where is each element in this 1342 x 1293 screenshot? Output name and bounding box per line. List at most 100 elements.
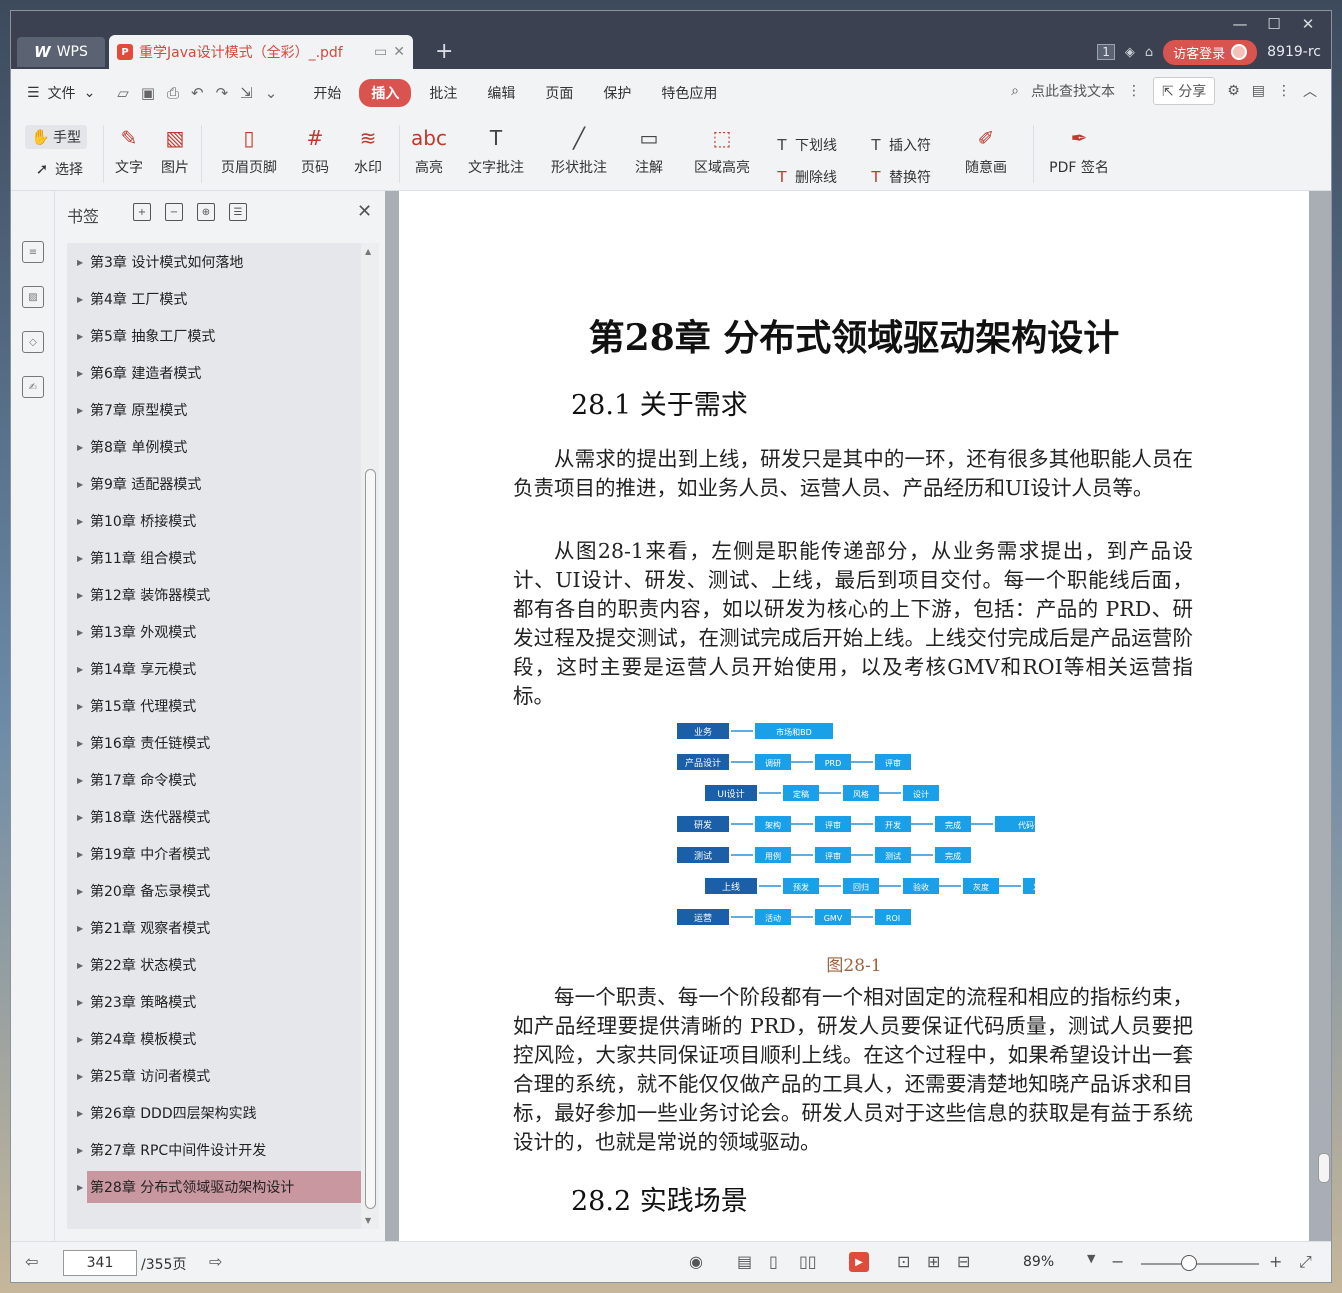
two-page-icon[interactable]: ▯▯ <box>799 1252 817 1271</box>
current-page-input[interactable]: 341 <box>63 1250 137 1276</box>
pdf-sign-button[interactable]: ✒ PDF 签名 <box>1041 117 1117 177</box>
bookmark-item[interactable]: ▶ 第15章 代理模式 <box>77 690 361 722</box>
note-button[interactable]: ▭ 注解 <box>627 117 671 177</box>
single-page-icon[interactable]: ▯ <box>769 1252 778 1271</box>
save-icon[interactable]: ▣ <box>141 84 155 102</box>
vertical-dots-icon[interactable]: ⋮ <box>1127 83 1141 99</box>
bookmark-item[interactable]: ▶ 第23章 策略模式 <box>77 986 361 1018</box>
expand-arrow-icon[interactable]: ▶ <box>77 332 83 341</box>
area-highlight-button[interactable]: ⬚ 区域高亮 <box>685 117 759 177</box>
bookmark-item[interactable]: ▶ 第22章 状态模式 <box>77 949 361 981</box>
menu-insert[interactable]: 插入 <box>359 79 412 107</box>
bookmark-item[interactable]: ▶ 第4章 工厂模式 <box>77 283 361 315</box>
comment-icon[interactable]: ▤ <box>1252 83 1265 99</box>
expand-arrow-icon[interactable]: ▶ <box>77 1109 83 1118</box>
collapse-icon[interactable]: ︿ <box>1303 81 1317 101</box>
find-text-button[interactable]: 点此查找文本 <box>1031 81 1115 101</box>
window-count-badge[interactable]: 1 <box>1097 44 1115 60</box>
bookmark-item[interactable]: ▶ 第9章 适配器模式 <box>77 468 361 500</box>
play-icon[interactable]: ▶ <box>849 1252 869 1272</box>
bookmark-item[interactable]: ▶ 第19章 中介者模式 <box>77 838 361 870</box>
new-tab-icon[interactable]: + <box>435 39 453 64</box>
bookmark-item[interactable]: ▶ 第12章 装饰器模式 <box>77 579 361 611</box>
expand-all-icon[interactable]: + <box>133 203 151 221</box>
collapse-all-icon[interactable]: − <box>165 203 183 221</box>
add-bookmark-icon[interactable]: ⊕ <box>197 203 215 221</box>
zoom-slider-thumb[interactable] <box>1181 1255 1197 1271</box>
expand-arrow-icon[interactable]: ▶ <box>77 665 83 674</box>
bookmark-item[interactable]: ▶ 第20章 备忘录模式 <box>77 875 361 907</box>
share-button[interactable]: ⇱ 分享 <box>1153 77 1216 105</box>
zoom-slider-track[interactable] <box>1141 1263 1259 1265</box>
page-number-button[interactable]: # 页码 <box>297 117 333 177</box>
bookmark-item[interactable]: ▶ 第6章 建造者模式 <box>77 357 361 389</box>
bookmark-item[interactable]: ▶ 第3章 设计模式如何落地 <box>77 246 361 278</box>
hand-tool-button[interactable]: ✋ 手型 <box>25 125 87 149</box>
zoom-dropdown-icon[interactable]: ▼ <box>1087 1252 1095 1265</box>
expand-arrow-icon[interactable]: ▶ <box>77 517 83 526</box>
minimize-icon[interactable]: — <box>1223 13 1257 35</box>
shirt-icon[interactable]: ⌂ <box>1145 45 1153 60</box>
screen-icon[interactable]: ▭ <box>374 44 387 60</box>
text-annotation-button[interactable]: T 文字批注 <box>463 117 529 177</box>
select-tool-button[interactable]: ➚ 选择 <box>33 159 83 179</box>
thumbnail-icon[interactable]: ▨ <box>22 286 44 308</box>
expand-arrow-icon[interactable]: ▶ <box>77 1072 83 1081</box>
actual-size-icon[interactable]: ⊡ <box>897 1252 910 1271</box>
menu-start[interactable]: 开始 <box>301 79 353 107</box>
eye-protect-icon[interactable]: ◉ <box>689 1252 703 1271</box>
document-viewport[interactable]: 第28章 分布式领域驱动架构设计 28.1 关于需求 从需求的提出到上线，研发只… <box>385 191 1331 1241</box>
close-window-icon[interactable]: ✕ <box>1291 13 1325 35</box>
menu-annotate[interactable]: 批注 <box>417 79 469 107</box>
header-footer-button[interactable]: ▯ 页眉页脚 <box>209 117 289 177</box>
bookmark-item[interactable]: ▶ 第27章 RPC中间件设计开发 <box>77 1134 361 1166</box>
document-scroll-thumb[interactable] <box>1318 1153 1330 1183</box>
expand-arrow-icon[interactable]: ▶ <box>77 406 83 415</box>
bookmark-item[interactable]: ▶ 第26章 DDD四层架构实践 <box>77 1097 361 1129</box>
expand-arrow-icon[interactable]: ▶ <box>77 443 83 452</box>
fit-page-icon[interactable]: ⊞ <box>927 1252 940 1271</box>
expand-arrow-icon[interactable]: ▶ <box>77 924 83 933</box>
insert-mark-button[interactable]: T 插入符 <box>867 135 931 155</box>
bookmark-item[interactable]: ▶ 第7章 原型模式 <box>77 394 361 426</box>
expand-arrow-icon[interactable]: ▶ <box>77 739 83 748</box>
expand-arrow-icon[interactable]: ▶ <box>77 776 83 785</box>
bookmark-item[interactable]: ▶ 第16章 责任链模式 <box>77 727 361 759</box>
settings-gear-icon[interactable]: ⚙ <box>1227 83 1240 99</box>
bookmark-item[interactable]: ▶ 第13章 外观模式 <box>77 616 361 648</box>
bookmark-item[interactable]: ▶ 第11章 组合模式 <box>77 542 361 574</box>
expand-arrow-icon[interactable]: ▶ <box>77 813 83 822</box>
open-folder-icon[interactable]: ▱ <box>117 84 129 102</box>
search-icon[interactable]: ⌕ <box>1011 83 1019 99</box>
freehand-button[interactable]: ✐ 随意画 <box>957 117 1015 177</box>
expand-arrow-icon[interactable]: ▶ <box>77 554 83 563</box>
export-icon[interactable]: ⇲ <box>240 84 253 102</box>
file-menu[interactable]: ☰ 文件 ⌄ <box>27 83 95 103</box>
guest-login-button[interactable]: 访客登录 <box>1163 39 1258 65</box>
expand-arrow-icon[interactable]: ▶ <box>77 961 83 970</box>
scroll-up-icon[interactable]: ▲ <box>365 247 371 256</box>
bookmark-item[interactable]: ▶ 第17章 命令模式 <box>77 764 361 796</box>
zoom-level[interactable]: 89% <box>1023 1254 1054 1270</box>
expand-arrow-icon[interactable]: ▶ <box>77 1183 83 1192</box>
expand-arrow-icon[interactable]: ▶ <box>77 887 83 896</box>
skin-icon[interactable]: ◈ <box>1125 45 1135 60</box>
more-icon[interactable]: ⋮ <box>1277 83 1291 99</box>
undo-icon[interactable]: ↶ <box>191 84 204 102</box>
highlight-button[interactable]: abc 高亮 <box>407 117 451 177</box>
wps-home-tab[interactable]: W WPS <box>17 37 105 67</box>
bookmark-options-icon[interactable]: ☰ <box>229 203 247 221</box>
expand-arrow-icon[interactable]: ▶ <box>77 295 83 304</box>
expand-arrow-icon[interactable]: ▶ <box>77 369 83 378</box>
expand-arrow-icon[interactable]: ▶ <box>77 628 83 637</box>
zoom-out-icon[interactable]: − <box>1111 1252 1124 1271</box>
bookmark-scroll-thumb[interactable] <box>365 469 376 1209</box>
expand-arrow-icon[interactable]: ▶ <box>77 1035 83 1044</box>
image-button[interactable]: ▧ 图片 <box>157 117 193 177</box>
redo-icon[interactable]: ↷ <box>216 84 229 102</box>
text-button[interactable]: ✎ 文字 <box>111 117 147 177</box>
bookmark-item[interactable]: ▶ 第10章 桥接模式 <box>77 505 361 537</box>
bookmark-list-icon[interactable]: ≡ <box>22 241 44 263</box>
bookmark-item[interactable]: ▶ 第14章 享元模式 <box>77 653 361 685</box>
bookmark-item[interactable]: ▶ 第5章 抽象工厂模式 <box>77 320 361 352</box>
